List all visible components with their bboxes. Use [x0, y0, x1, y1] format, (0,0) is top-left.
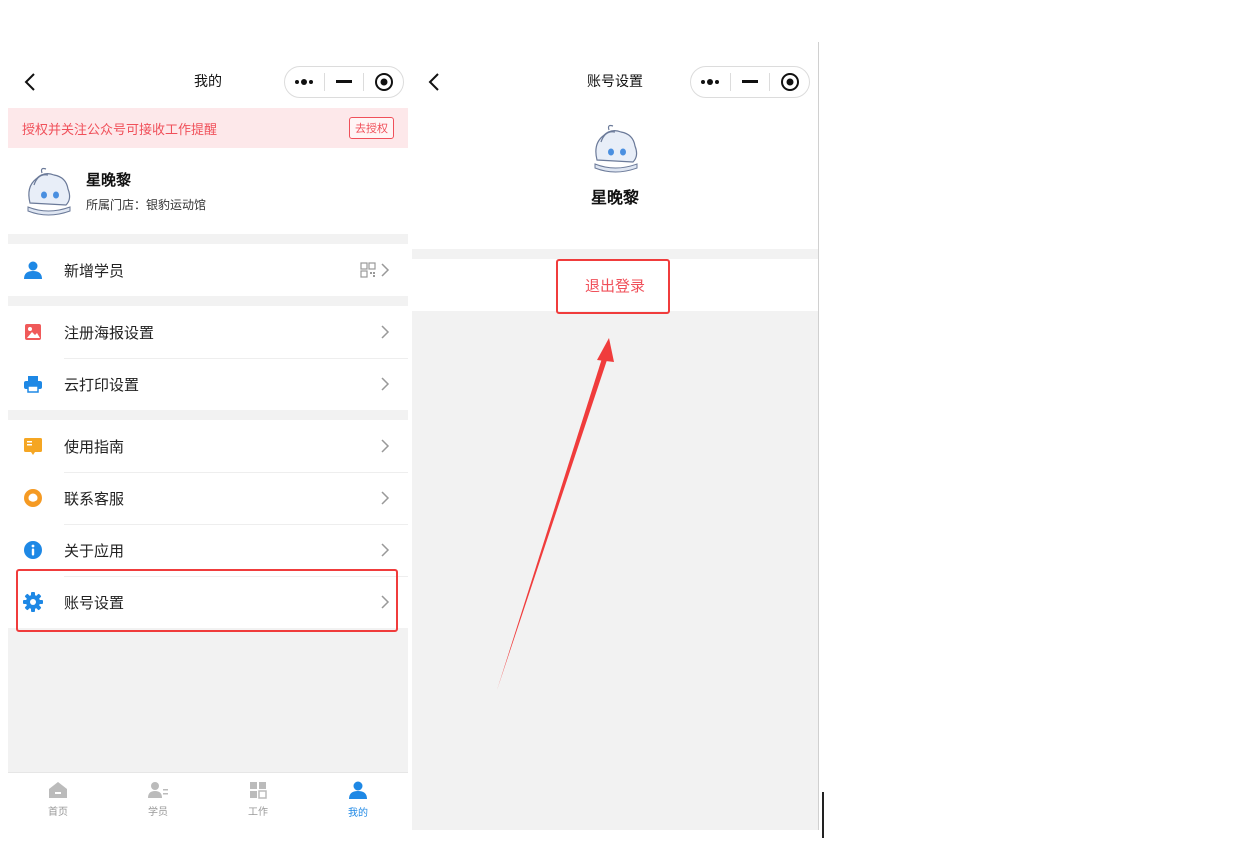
divider-line: [818, 42, 819, 830]
annotation-arrow: [497, 338, 614, 690]
divider-line: [822, 792, 824, 838]
